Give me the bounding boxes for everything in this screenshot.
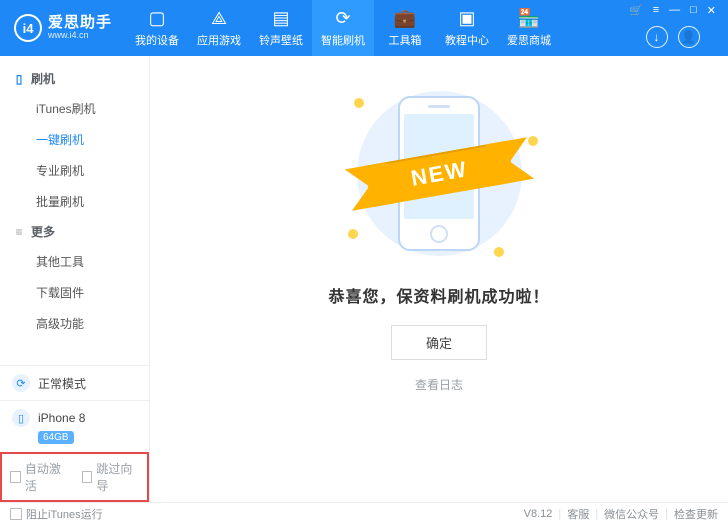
nav-tutorials[interactable]: ▣ 教程中心 [436, 0, 498, 56]
app-title: 爱思助手 [48, 15, 112, 32]
flash-options: 自动激活 跳过向导 [0, 452, 149, 502]
logo-mark: i4 [14, 14, 42, 42]
nav-toolbox[interactable]: 💼 工具箱 [374, 0, 436, 56]
maximize-button[interactable]: □ [690, 4, 697, 17]
sidebar-item-pro-flash[interactable]: 专业刷机 [0, 155, 149, 186]
update-link[interactable]: 检查更新 [674, 506, 718, 522]
checkbox-icon [10, 471, 21, 483]
header-right: 🛒 ≡ — □ ✕ ↓ 👤 [629, 0, 728, 56]
cart-icon[interactable]: 🛒 [629, 4, 643, 17]
toolbox-icon: 💼 [394, 8, 416, 29]
nav-store[interactable]: 🏪 爱思商城 [498, 0, 560, 56]
ok-button[interactable]: 确定 [391, 325, 487, 360]
main-content: NEW 恭喜您，保资料刷机成功啦！ 确定 查看日志 [150, 56, 728, 502]
user-button[interactable]: 👤 [678, 26, 700, 48]
checkbox-label: 阻止iTunes运行 [26, 506, 103, 522]
sidebar-item-itunes-flash[interactable]: iTunes刷机 [0, 93, 149, 124]
device-icon: ▢ [149, 8, 166, 29]
status-bar: 阻止iTunes运行 V8.12| 客服| 微信公众号| 检查更新 [0, 502, 728, 524]
refresh-icon: ⟳ [12, 374, 30, 392]
download-button[interactable]: ↓ [646, 26, 668, 48]
sidebar-section-more: ≡ 更多 [0, 217, 149, 246]
app-logo: i4 爱思助手 www.i4.cn [0, 14, 126, 42]
main-nav: ▢ 我的设备 ⟁ 应用游戏 ▤ 铃声壁纸 ⟳ 智能刷机 💼 工具箱 ▣ 教程中心 🏪 爱思商城 [126, 0, 560, 56]
tutorial-icon: ▣ [459, 8, 476, 29]
nav-my-device[interactable]: ▢ 我的设备 [126, 0, 188, 56]
nav-label: 我的设备 [135, 32, 179, 48]
checkbox-icon [82, 471, 93, 483]
nav-label: 爱思商城 [507, 32, 551, 48]
list-icon: ≡ [12, 225, 26, 239]
nav-flash[interactable]: ⟳ 智能刷机 [312, 0, 374, 56]
section-title: 更多 [31, 223, 55, 240]
nav-label: 应用游戏 [197, 32, 241, 48]
nav-apps[interactable]: ⟁ 应用游戏 [188, 0, 250, 56]
checkbox-label: 自动激活 [25, 460, 68, 494]
storage-badge: 64GB [38, 431, 74, 444]
device-name: iPhone 8 [38, 411, 85, 425]
sidebar-item-batch-flash[interactable]: 批量刷机 [0, 186, 149, 217]
app-subtitle: www.i4.cn [48, 31, 112, 41]
sidebar-item-download-fw[interactable]: 下载固件 [0, 277, 149, 308]
apps-icon: ⟁ [211, 8, 227, 29]
device-mode[interactable]: ⟳ 正常模式 [0, 365, 149, 400]
sidebar-item-other-tools[interactable]: 其他工具 [0, 246, 149, 277]
nav-label: 工具箱 [389, 32, 422, 48]
ringtone-icon: ▤ [273, 8, 290, 29]
phone-icon: ▯ [12, 72, 26, 86]
phone-small-icon: ▯ [12, 409, 30, 427]
menu-icon[interactable]: ≡ [653, 4, 659, 17]
section-title: 刷机 [31, 70, 55, 87]
nav-ringtones[interactable]: ▤ 铃声壁纸 [250, 0, 312, 56]
checkbox-label: 跳过向导 [96, 460, 139, 494]
minimize-button[interactable]: — [669, 4, 680, 17]
checkbox-auto-activate[interactable]: 自动激活 [10, 460, 68, 494]
success-message: 恭喜您，保资料刷机成功啦！ [328, 283, 549, 307]
close-button[interactable]: ✕ [707, 4, 716, 17]
nav-label: 教程中心 [445, 32, 489, 48]
nav-label: 智能刷机 [321, 32, 365, 48]
mode-label: 正常模式 [38, 375, 86, 392]
sidebar: ▯ 刷机 iTunes刷机 一键刷机 专业刷机 批量刷机 ≡ 更多 其他工具 下载固… [0, 56, 150, 502]
success-illustration: NEW [334, 86, 544, 261]
flash-icon: ⟳ [335, 8, 350, 29]
nav-label: 铃声壁纸 [259, 32, 303, 48]
checkbox-icon [10, 508, 22, 520]
sidebar-item-oneclick-flash[interactable]: 一键刷机 [0, 124, 149, 155]
checkbox-prevent-itunes[interactable]: 阻止iTunes运行 [10, 506, 103, 522]
checkbox-skip-wizard[interactable]: 跳过向导 [82, 460, 140, 494]
device-info[interactable]: ▯ iPhone 8 64GB [0, 400, 149, 452]
sidebar-item-advanced[interactable]: 高级功能 [0, 308, 149, 339]
wechat-link[interactable]: 微信公众号 [604, 506, 659, 522]
view-log-link[interactable]: 查看日志 [415, 376, 463, 393]
app-header: i4 爱思助手 www.i4.cn ▢ 我的设备 ⟁ 应用游戏 ▤ 铃声壁纸 ⟳ 智能刷… [0, 0, 728, 56]
version-label: V8.12 [524, 508, 553, 520]
store-icon: 🏪 [518, 8, 540, 29]
sidebar-section-flash: ▯ 刷机 [0, 64, 149, 93]
support-link[interactable]: 客服 [567, 506, 589, 522]
